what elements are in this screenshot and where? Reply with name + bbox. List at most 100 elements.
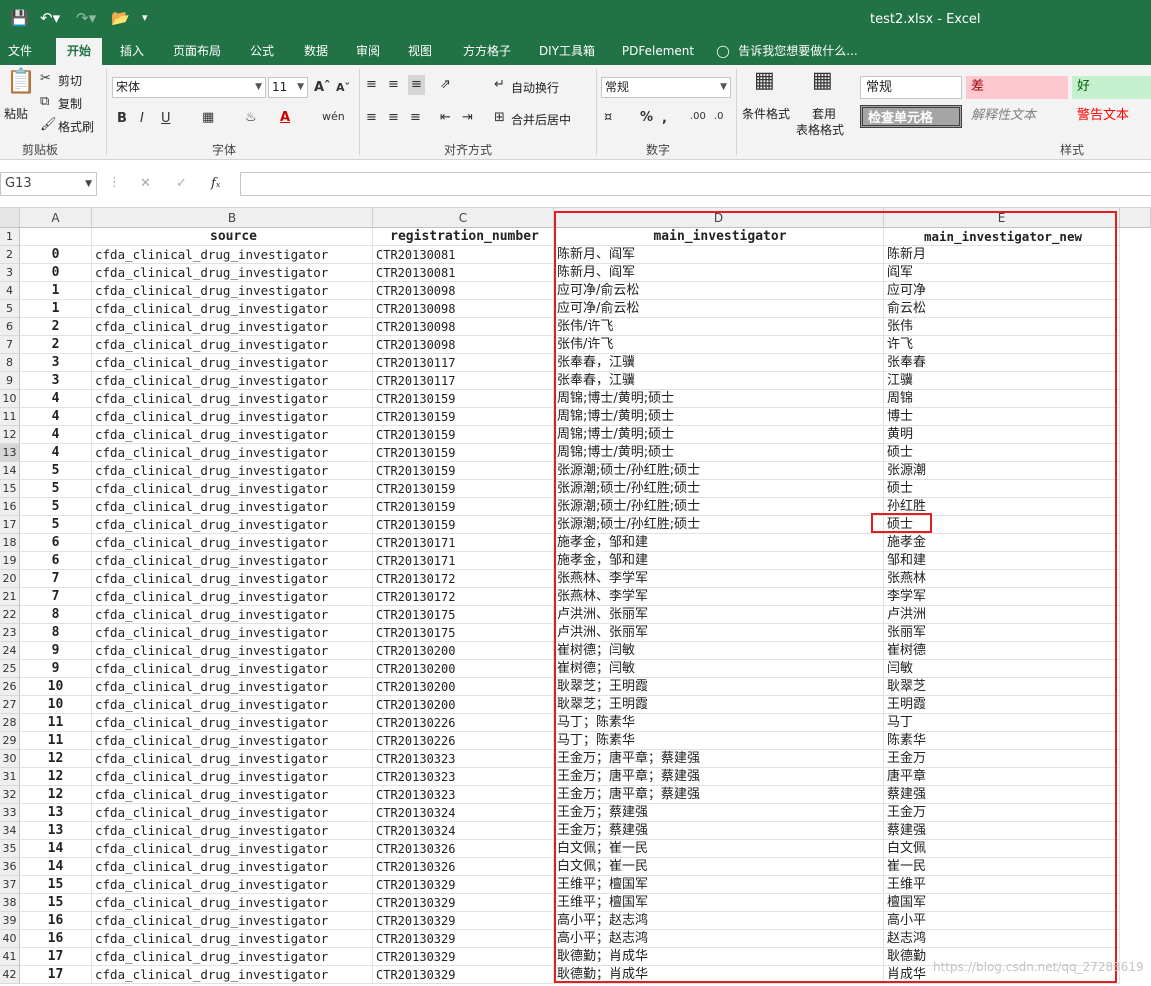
increase-decimal-icon[interactable]: .00: [690, 109, 706, 125]
align-middle-icon[interactable]: ≡: [388, 77, 399, 93]
cell-main-investigator[interactable]: 张奉春，江骥: [554, 372, 884, 390]
cell-main-investigator[interactable]: 施孝金，邹和建: [554, 552, 884, 570]
cell-main-investigator[interactable]: 周锦;博士/黄明;硕士: [554, 426, 884, 444]
header-cell-registration-number[interactable]: registration_number: [373, 228, 554, 246]
cell-main-investigator[interactable]: 应可净/俞云松: [554, 300, 884, 318]
cell-source[interactable]: cfda_clinical_drug_investigator: [92, 300, 373, 318]
tab-ffgz[interactable]: 方方格子: [456, 38, 518, 65]
cell-main-investigator-new[interactable]: 张燕林: [884, 570, 1120, 588]
wrap-text-button[interactable]: 自动换行: [511, 79, 559, 96]
cell-source[interactable]: cfda_clinical_drug_investigator: [92, 246, 373, 264]
italic-icon[interactable]: I: [140, 111, 144, 127]
cell-main-investigator-new[interactable]: 周锦: [884, 390, 1120, 408]
style-normal[interactable]: 常规: [860, 76, 962, 99]
cell-source[interactable]: cfda_clinical_drug_investigator: [92, 966, 373, 984]
align-left-icon[interactable]: ≡: [366, 110, 377, 126]
merge-center-icon[interactable]: ⊞: [494, 110, 505, 126]
cell-a[interactable]: 4: [20, 390, 92, 408]
cell-registration-number[interactable]: CTR20130159: [373, 426, 554, 444]
cell-a[interactable]: 11: [20, 732, 92, 750]
font-color-icon[interactable]: A: [280, 110, 290, 126]
cell-source[interactable]: cfda_clinical_drug_investigator: [92, 732, 373, 750]
name-box[interactable]: G13 ▼: [0, 172, 97, 196]
cell-a[interactable]: 1: [20, 282, 92, 300]
cell-registration-number[interactable]: CTR20130200: [373, 660, 554, 678]
percent-icon[interactable]: %: [640, 110, 653, 126]
cell-a[interactable]: 2: [20, 318, 92, 336]
cell-a[interactable]: 7: [20, 588, 92, 606]
cell-source[interactable]: cfda_clinical_drug_investigator: [92, 264, 373, 282]
cell-main-investigator-new[interactable]: 唐平章: [884, 768, 1120, 786]
cell-registration-number[interactable]: CTR20130323: [373, 768, 554, 786]
cell-main-investigator[interactable]: 张燕林、李学军: [554, 588, 884, 606]
tab-formulas[interactable]: 公式: [242, 38, 282, 65]
copy-button[interactable]: 复制: [58, 95, 82, 112]
font-size-select[interactable]: 11 ▼: [268, 77, 308, 98]
comma-icon[interactable]: ,: [662, 111, 667, 127]
cell-a[interactable]: 3: [20, 354, 92, 372]
cell-main-investigator[interactable]: 张伟/许飞: [554, 336, 884, 354]
row-number[interactable]: 23: [0, 624, 20, 642]
formula-input[interactable]: [240, 172, 1151, 196]
cell-source[interactable]: cfda_clinical_drug_investigator: [92, 444, 373, 462]
cell-main-investigator[interactable]: 张源潮;硕士/孙红胜;硕士: [554, 480, 884, 498]
cell-main-investigator[interactable]: 白文佩；崔一民: [554, 840, 884, 858]
cell-registration-number[interactable]: CTR20130329: [373, 966, 554, 984]
column-header-e[interactable]: E: [884, 208, 1120, 228]
cell-registration-number[interactable]: CTR20130329: [373, 876, 554, 894]
cell-main-investigator[interactable]: 施孝金，邹和建: [554, 534, 884, 552]
cell-source[interactable]: cfda_clinical_drug_investigator: [92, 768, 373, 786]
column-header-d[interactable]: D: [554, 208, 884, 228]
cell-source[interactable]: cfda_clinical_drug_investigator: [92, 426, 373, 444]
merge-center-button[interactable]: 合并后居中: [511, 111, 571, 128]
cell-main-investigator-new[interactable]: 硕士: [884, 444, 1120, 462]
row-number[interactable]: 22: [0, 606, 20, 624]
cell-a[interactable]: 9: [20, 660, 92, 678]
cell-a[interactable]: 7: [20, 570, 92, 588]
cell-main-investigator[interactable]: 卢洪洲、张丽军: [554, 606, 884, 624]
cell-registration-number[interactable]: CTR20130175: [373, 606, 554, 624]
cell-source[interactable]: cfda_clinical_drug_investigator: [92, 390, 373, 408]
cell-main-investigator-new[interactable]: 陈新月: [884, 246, 1120, 264]
cell-source[interactable]: cfda_clinical_drug_investigator: [92, 462, 373, 480]
row-number[interactable]: 20: [0, 570, 20, 588]
cell-registration-number[interactable]: CTR20130323: [373, 750, 554, 768]
cell-main-investigator-new[interactable]: 博士: [884, 408, 1120, 426]
cell-a[interactable]: 13: [20, 804, 92, 822]
row-number[interactable]: 9: [0, 372, 20, 390]
cell-source[interactable]: cfda_clinical_drug_investigator: [92, 750, 373, 768]
row-number[interactable]: 31: [0, 768, 20, 786]
cell-main-investigator-new[interactable]: 张伟: [884, 318, 1120, 336]
cut-button[interactable]: 剪切: [58, 72, 82, 89]
cell-a[interactable]: 8: [20, 624, 92, 642]
cell-main-investigator[interactable]: 卢洪洲、张丽军: [554, 624, 884, 642]
cell-a[interactable]: 9: [20, 642, 92, 660]
cell-main-investigator-new[interactable]: 硕士: [884, 516, 1120, 534]
cell-a[interactable]: 12: [20, 768, 92, 786]
tab-view[interactable]: 视图: [402, 38, 438, 65]
cell-a[interactable]: 2: [20, 336, 92, 354]
tell-me-search[interactable]: 告诉我您想要做什么...: [736, 38, 860, 65]
row-number[interactable]: 18: [0, 534, 20, 552]
row-number[interactable]: 37: [0, 876, 20, 894]
conditional-format-button[interactable]: 条件格式: [742, 105, 790, 122]
row-number[interactable]: 40: [0, 930, 20, 948]
cell-main-investigator-new[interactable]: 俞云松: [884, 300, 1120, 318]
cell-a[interactable]: 10: [20, 696, 92, 714]
cell-main-investigator[interactable]: 马丁；陈素华: [554, 732, 884, 750]
font-name-select[interactable]: 宋体 ▼: [112, 77, 266, 98]
cell-source[interactable]: cfda_clinical_drug_investigator: [92, 516, 373, 534]
cell-main-investigator-new[interactable]: 赵志鸿: [884, 930, 1120, 948]
cell-main-investigator[interactable]: 周锦;博士/黄明;硕士: [554, 444, 884, 462]
row-number[interactable]: 12: [0, 426, 20, 444]
cell-source[interactable]: cfda_clinical_drug_investigator: [92, 498, 373, 516]
cell-main-investigator[interactable]: 王维平；檀国军: [554, 876, 884, 894]
cell-registration-number[interactable]: CTR20130171: [373, 552, 554, 570]
row-number[interactable]: 32: [0, 786, 20, 804]
cell-source[interactable]: cfda_clinical_drug_investigator: [92, 354, 373, 372]
row-number[interactable]: 42: [0, 966, 20, 984]
cell-registration-number[interactable]: CTR20130081: [373, 246, 554, 264]
worksheet-grid[interactable]: A B C D E 1 source registration_number m…: [0, 208, 1151, 986]
cell-registration-number[interactable]: CTR20130159: [373, 516, 554, 534]
cell-main-investigator-new[interactable]: 王维平: [884, 876, 1120, 894]
